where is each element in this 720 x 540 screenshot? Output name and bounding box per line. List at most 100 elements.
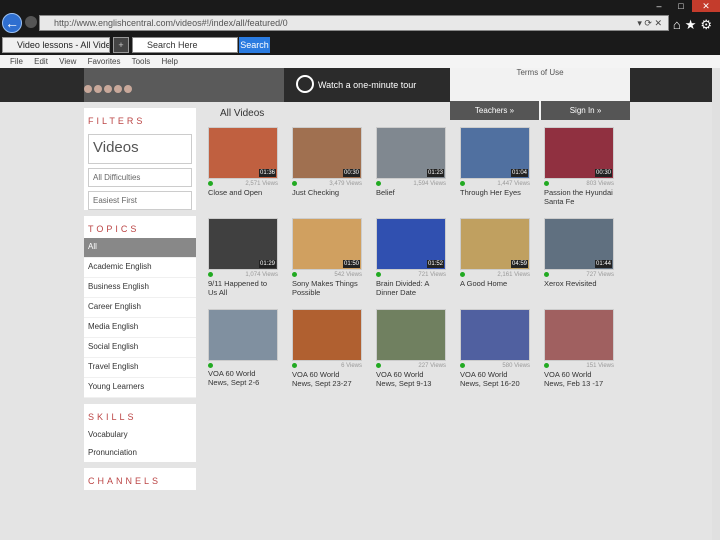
type-select[interactable]: Videos (88, 134, 192, 164)
home-icon[interactable]: ⌂ (673, 17, 685, 32)
video-card[interactable]: 01:23 1,594 Views Belief (376, 127, 456, 206)
video-title[interactable]: Brain Divided: A Dinner Date (376, 279, 446, 297)
video-title[interactable]: VOA 60 World News, Sept 9-13 (376, 370, 446, 388)
video-thumbnail[interactable]: 00:30 (292, 127, 362, 179)
minimize-button[interactable]: – (648, 0, 670, 12)
view-count: 721 Views (418, 272, 446, 278)
difficulty-select[interactable]: All Difficulties (88, 168, 192, 187)
video-card[interactable]: 151 Views VOA 60 World News, Feb 13 -17 (544, 309, 624, 388)
play-icon[interactable] (296, 75, 314, 93)
video-card[interactable]: 00:30 3,479 Views Just Checking (292, 127, 372, 206)
video-title[interactable]: 9/11 Happened to Us All (208, 279, 278, 297)
skill-pronunciation[interactable]: Pronunciation (84, 444, 196, 462)
video-card[interactable]: 01:52 721 Views Brain Divided: A Dinner … (376, 218, 456, 297)
video-title[interactable]: VOA 60 World News, Sept 16-20 (460, 370, 530, 388)
video-card[interactable]: 01:36 2,571 Views Close and Open (208, 127, 288, 206)
view-count: 542 Views (334, 272, 362, 278)
video-thumbnail[interactable]: 01:36 (208, 127, 278, 179)
topic-travel[interactable]: Travel English (84, 358, 196, 378)
video-thumbnail[interactable]: 04:59 (460, 218, 530, 270)
refresh-icon[interactable]: ▾ ⟳ ✕ (637, 16, 662, 30)
status-dot-icon (460, 272, 465, 277)
star-icon[interactable]: ★ (685, 17, 701, 32)
video-title[interactable]: A Good Home (460, 279, 530, 288)
topic-academic[interactable]: Academic English (84, 258, 196, 278)
topic-media[interactable]: Media English (84, 318, 196, 338)
topic-all[interactable]: All (84, 238, 196, 258)
video-card[interactable]: 6 Views VOA 60 World News, Sept 23-27 (292, 309, 372, 388)
video-thumbnail[interactable] (292, 309, 362, 361)
address-bar[interactable]: http://www.englishcentral.com/videos#!/i… (39, 15, 669, 31)
video-card[interactable]: 227 Views VOA 60 World News, Sept 9-13 (376, 309, 456, 388)
topic-social[interactable]: Social English (84, 338, 196, 358)
video-title[interactable]: Just Checking (292, 188, 362, 197)
video-card[interactable]: 04:59 2,161 Views A Good Home (460, 218, 540, 297)
close-window-button[interactable]: ✕ (692, 0, 720, 12)
video-title[interactable]: VOA 60 World News, Sept 2-6 (208, 369, 278, 387)
video-thumbnail[interactable]: 00:30 (544, 127, 614, 179)
video-meta: 542 Views (292, 272, 362, 278)
video-meta: 2,161 Views (460, 272, 530, 278)
video-meta: 1,447 Views (460, 181, 530, 187)
new-tab-button[interactable]: + (113, 37, 129, 53)
watch-tour-link[interactable]: Watch a one-minute tour (318, 80, 416, 90)
menu-help[interactable]: Help (162, 57, 178, 66)
video-thumbnail[interactable] (208, 309, 278, 361)
video-title[interactable]: Through Her Eyes (460, 188, 530, 197)
video-card[interactable]: 01:50 542 Views Sony Makes Things Possib… (292, 218, 372, 297)
gear-icon[interactable]: ⚙ (700, 17, 716, 32)
video-card[interactable]: 580 Views VOA 60 World News, Sept 16-20 (460, 309, 540, 388)
video-thumbnail[interactable]: 01:44 (544, 218, 614, 270)
video-meta: 727 Views (544, 272, 614, 278)
view-count: 1,594 Views (413, 181, 446, 187)
skill-vocabulary[interactable]: Vocabulary (84, 426, 196, 444)
video-thumbnail[interactable]: 01:04 (460, 127, 530, 179)
terms-link[interactable]: Terms of Use (450, 68, 630, 77)
video-thumbnail[interactable]: 01:52 (376, 218, 446, 270)
topic-young-learners[interactable]: Young Learners (84, 378, 196, 398)
menu-file[interactable]: File (10, 57, 23, 66)
video-meta: 803 Views (544, 181, 614, 187)
scrollbar[interactable] (712, 68, 720, 540)
video-card[interactable]: 01:04 1,447 Views Through Her Eyes (460, 127, 540, 206)
video-card[interactable]: VOA 60 World News, Sept 2-6 (208, 309, 288, 388)
video-thumbnail[interactable] (544, 309, 614, 361)
sort-select[interactable]: Easiest First (88, 191, 192, 210)
video-title[interactable]: VOA 60 World News, Sept 23-27 (292, 370, 362, 388)
menu-tools[interactable]: Tools (132, 57, 151, 66)
topics-panel: TOPICS All Academic English Business Eng… (84, 216, 196, 398)
skills-heading: SKILLS (88, 412, 137, 422)
video-title[interactable]: Sony Makes Things Possible (292, 279, 362, 297)
video-thumbnail[interactable]: 01:29 (208, 218, 278, 270)
video-thumbnail[interactable]: 01:23 (376, 127, 446, 179)
menu-view[interactable]: View (59, 57, 76, 66)
video-card[interactable]: 01:29 1,074 Views 9/11 Happened to Us Al… (208, 218, 288, 297)
video-meta: 1,074 Views (208, 272, 278, 278)
video-title[interactable]: Close and Open (208, 188, 278, 197)
forward-button[interactable] (25, 16, 37, 28)
video-thumbnail[interactable]: 01:50 (292, 218, 362, 270)
topic-career[interactable]: Career English (84, 298, 196, 318)
video-thumbnail[interactable] (376, 309, 446, 361)
video-title[interactable]: Belief (376, 188, 446, 197)
browser-chrome: ← http://www.englishcentral.com/videos#!… (0, 0, 720, 68)
video-meta: 6 Views (292, 363, 362, 369)
status-dot-icon (292, 181, 297, 186)
video-card[interactable]: 00:30 803 Views Passion the Hyundai Sant… (544, 127, 624, 206)
menu-favorites[interactable]: Favorites (88, 57, 121, 66)
duration-badge: 00:30 (594, 169, 612, 177)
video-thumbnail[interactable] (460, 309, 530, 361)
video-card[interactable]: 01:44 727 Views Xerox Revisited (544, 218, 624, 297)
video-title[interactable]: Xerox Revisited (544, 279, 614, 288)
menu-edit[interactable]: Edit (34, 57, 48, 66)
search-button[interactable]: Search (239, 37, 270, 53)
search-input[interactable]: Search Here (132, 37, 238, 53)
web-page: Watch a one-minute tour Terms of Use Tea… (0, 68, 720, 540)
video-title[interactable]: VOA 60 World News, Feb 13 -17 (544, 370, 614, 388)
back-button[interactable]: ← (2, 13, 22, 33)
browser-tab[interactable]: Video lessons - All Videos (2, 37, 110, 53)
maximize-button[interactable]: □ (670, 0, 692, 12)
topics-heading: TOPICS (88, 224, 140, 234)
topic-business[interactable]: Business English (84, 278, 196, 298)
video-title[interactable]: Passion the Hyundai Santa Fe (544, 188, 614, 206)
